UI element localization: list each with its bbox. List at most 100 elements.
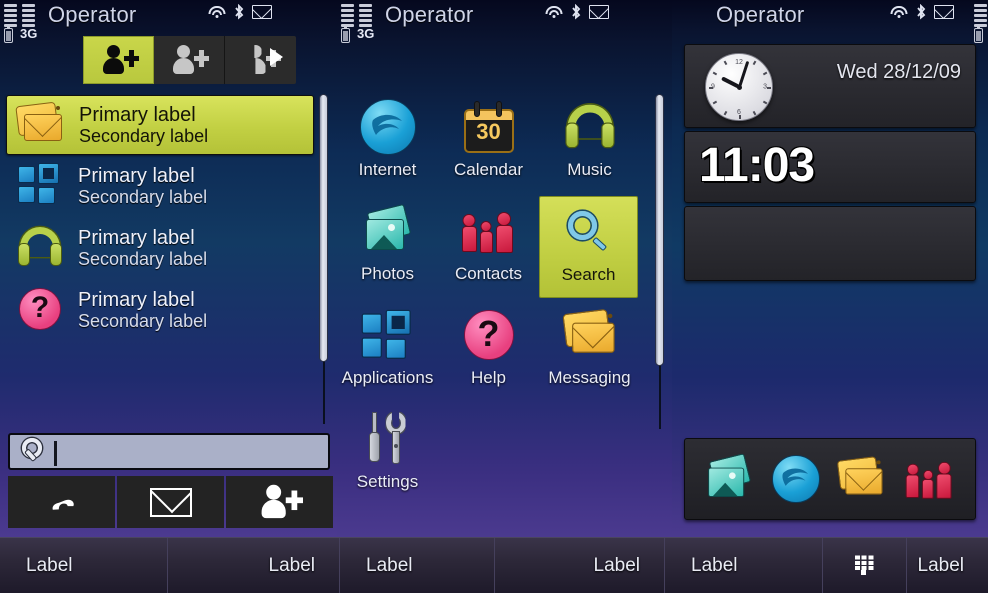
calendar-day: 30 <box>476 119 501 144</box>
signal-bars-icon <box>4 4 17 29</box>
statusbar-icons <box>890 4 954 20</box>
operator-label: Operator <box>716 2 805 27</box>
app-label: Internet <box>358 160 417 179</box>
person-plus-icon-key <box>260 484 303 520</box>
messaging-icon <box>561 306 615 364</box>
clock-widget[interactable]: 12 3 69 Wed 28/12/09 <box>684 44 976 128</box>
help-icon: ? <box>14 286 68 334</box>
dock-contacts[interactable] <box>903 456 957 502</box>
messaging-icon <box>15 101 69 149</box>
app-grid-row: Applications ? Help Messaging <box>337 300 653 404</box>
wifi-icon <box>208 5 226 20</box>
app-search[interactable]: Search <box>539 196 638 298</box>
app-applications[interactable]: Applications <box>337 300 438 404</box>
dock <box>684 438 976 520</box>
contacts-tab[interactable] <box>83 36 154 84</box>
grid-scrollbar-track[interactable] <box>655 94 664 429</box>
app-photos[interactable]: Photos <box>337 196 438 300</box>
applications-icon <box>361 306 411 364</box>
panel-homescreen: Operator 12 3 6 9 Wed 28/12/09 11:03 <box>672 0 988 537</box>
battery-icon-2 <box>974 25 983 43</box>
dock-messaging[interactable] <box>836 456 886 500</box>
photos-icon <box>362 202 414 260</box>
clock-date-label: Wed 28/12/09 <box>836 61 961 83</box>
add-contact-key[interactable] <box>226 476 333 528</box>
toolbar-button-3[interactable]: Label <box>340 538 495 593</box>
app-label: Music <box>567 160 612 179</box>
envelope-icon <box>589 5 609 19</box>
app-label: Photos <box>361 264 414 283</box>
statusbar-icons <box>208 4 272 20</box>
app-grid-row: Internet 30 Calendar Music <box>337 92 653 196</box>
toolbar-button-2[interactable]: Label <box>168 538 340 593</box>
person-plus-icon-2 <box>172 45 209 75</box>
contacts-tabbar[interactable] <box>83 36 296 84</box>
message-key[interactable] <box>117 476 224 528</box>
network-type-label: 3G <box>20 26 38 41</box>
app-grid-row: Photos Contacts Search <box>337 196 653 300</box>
app-label: Search <box>561 265 616 284</box>
app-internet[interactable]: Internet <box>337 92 438 196</box>
wifi-icon <box>890 5 908 20</box>
toolbar-button-5[interactable]: Label <box>665 538 823 593</box>
network-type-label: 3G <box>357 26 375 41</box>
app-messaging[interactable]: Messaging <box>539 300 640 404</box>
call-key[interactable] <box>8 476 115 528</box>
keypad-icon <box>854 554 875 577</box>
next-arrow-icon[interactable] <box>270 48 283 66</box>
list-item[interactable]: Primary label Secondary label <box>6 217 314 279</box>
panel-contacts: 3G Operator Primary label Secondary labe… <box>0 0 337 537</box>
magnifier-icon <box>566 203 612 261</box>
app-settings[interactable]: Settings <box>337 404 438 508</box>
battery-icon <box>4 25 13 43</box>
toolbar-keypad-button[interactable] <box>823 538 907 593</box>
list-scrollbar-track[interactable] <box>319 94 328 424</box>
panel3-statusbar: Operator <box>672 0 988 43</box>
calendar-icon: 30 <box>463 98 514 156</box>
dock-photos[interactable] <box>703 453 755 502</box>
list-scrollbar-thumb[interactable] <box>319 94 328 362</box>
list-item[interactable]: Primary label Secondary label <box>6 95 314 155</box>
dock-internet[interactable] <box>771 455 820 503</box>
toolbar-button-1[interactable]: Label <box>0 538 168 593</box>
toolbar-label: Label <box>366 554 413 576</box>
envelope-icon <box>252 5 272 19</box>
list-item[interactable]: Primary label Secondary label <box>6 155 314 217</box>
bluetooth-icon <box>915 4 927 20</box>
list-item-secondary: Secondary label <box>78 249 208 270</box>
app-help[interactable]: ? Help <box>438 300 539 404</box>
signal-bars-icon-2 <box>974 4 987 29</box>
envelope-icon <box>934 5 954 19</box>
favorites-tab[interactable] <box>225 36 296 84</box>
app-music[interactable]: Music <box>539 92 640 196</box>
app-grid-row: Settings <box>337 404 653 508</box>
contacts-list: Primary label Secondary label Primary la… <box>6 95 314 341</box>
toolbar-button-7[interactable]: Label <box>907 538 988 593</box>
digital-clock-widget[interactable]: 11:03 <box>684 131 976 203</box>
contacts-icon <box>461 202 516 260</box>
search-icon <box>16 437 54 473</box>
envelope-icon-key <box>149 487 192 517</box>
help-icon: ? <box>463 306 514 364</box>
internet-globe-icon <box>359 98 416 156</box>
groups-tab[interactable] <box>154 36 225 84</box>
app-label: Applications <box>341 368 434 387</box>
empty-widget[interactable] <box>684 206 976 281</box>
panel2-statusbar: 3G Operator <box>337 0 672 43</box>
list-item[interactable]: ? Primary label Secondary label <box>6 279 314 341</box>
toolbar-button-4[interactable]: Label <box>495 538 665 593</box>
app-contacts[interactable]: Contacts <box>438 196 539 300</box>
action-keys <box>8 476 333 528</box>
bluetooth-icon <box>233 4 245 20</box>
list-item-secondary: Secondary label <box>78 311 208 332</box>
search-input[interactable] <box>8 433 330 470</box>
toolbar-label: Label <box>917 554 965 576</box>
grid-scrollbar-thumb[interactable] <box>655 94 664 366</box>
list-item-secondary: Secondary label <box>79 126 209 147</box>
app-label: Settings <box>356 472 419 491</box>
operator-label: Operator <box>48 2 137 27</box>
digital-time-label: 11:03 <box>699 139 815 192</box>
signal-bars-icon <box>341 4 354 29</box>
app-grid: Internet 30 Calendar Music Photos Contac… <box>337 92 653 508</box>
app-calendar[interactable]: 30 Calendar <box>438 92 539 196</box>
